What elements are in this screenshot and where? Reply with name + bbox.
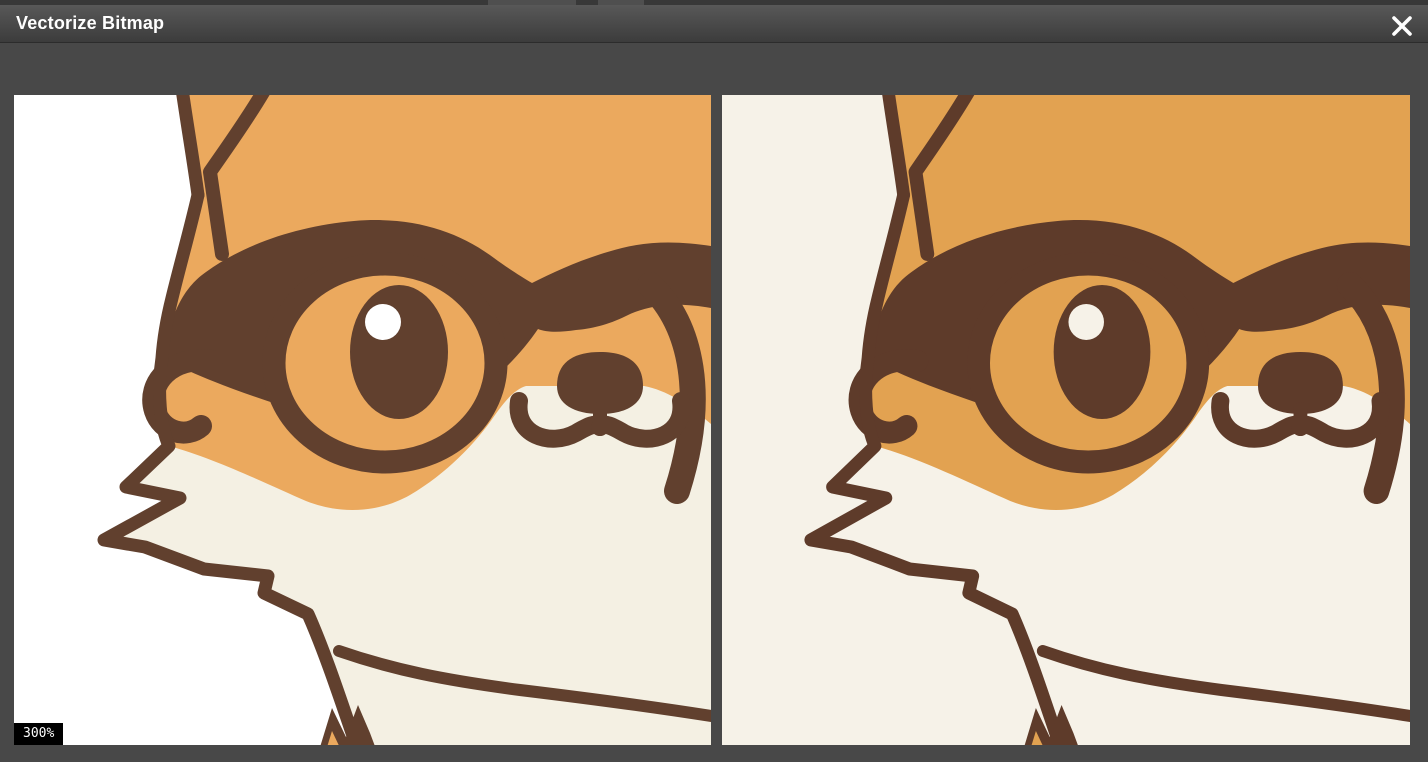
dialog-title: Vectorize Bitmap [16, 13, 164, 34]
dialog-toolbar: Colors: ✓ Reduce noise OK [0, 43, 1428, 95]
dialog-titlebar: Vectorize Bitmap [0, 5, 1428, 43]
fox-artwork [722, 95, 1410, 745]
original-bitmap-pane: 300% [14, 95, 711, 745]
zoom-level-badge: 300% [14, 723, 63, 745]
fox-artwork [14, 95, 711, 745]
close-button[interactable] [1388, 12, 1416, 40]
vectorize-dialog: Vectorize Bitmap Colors: ✓ Reduce noise … [0, 0, 1428, 762]
vectorized-preview-pane [722, 95, 1410, 745]
close-icon [1388, 12, 1416, 40]
